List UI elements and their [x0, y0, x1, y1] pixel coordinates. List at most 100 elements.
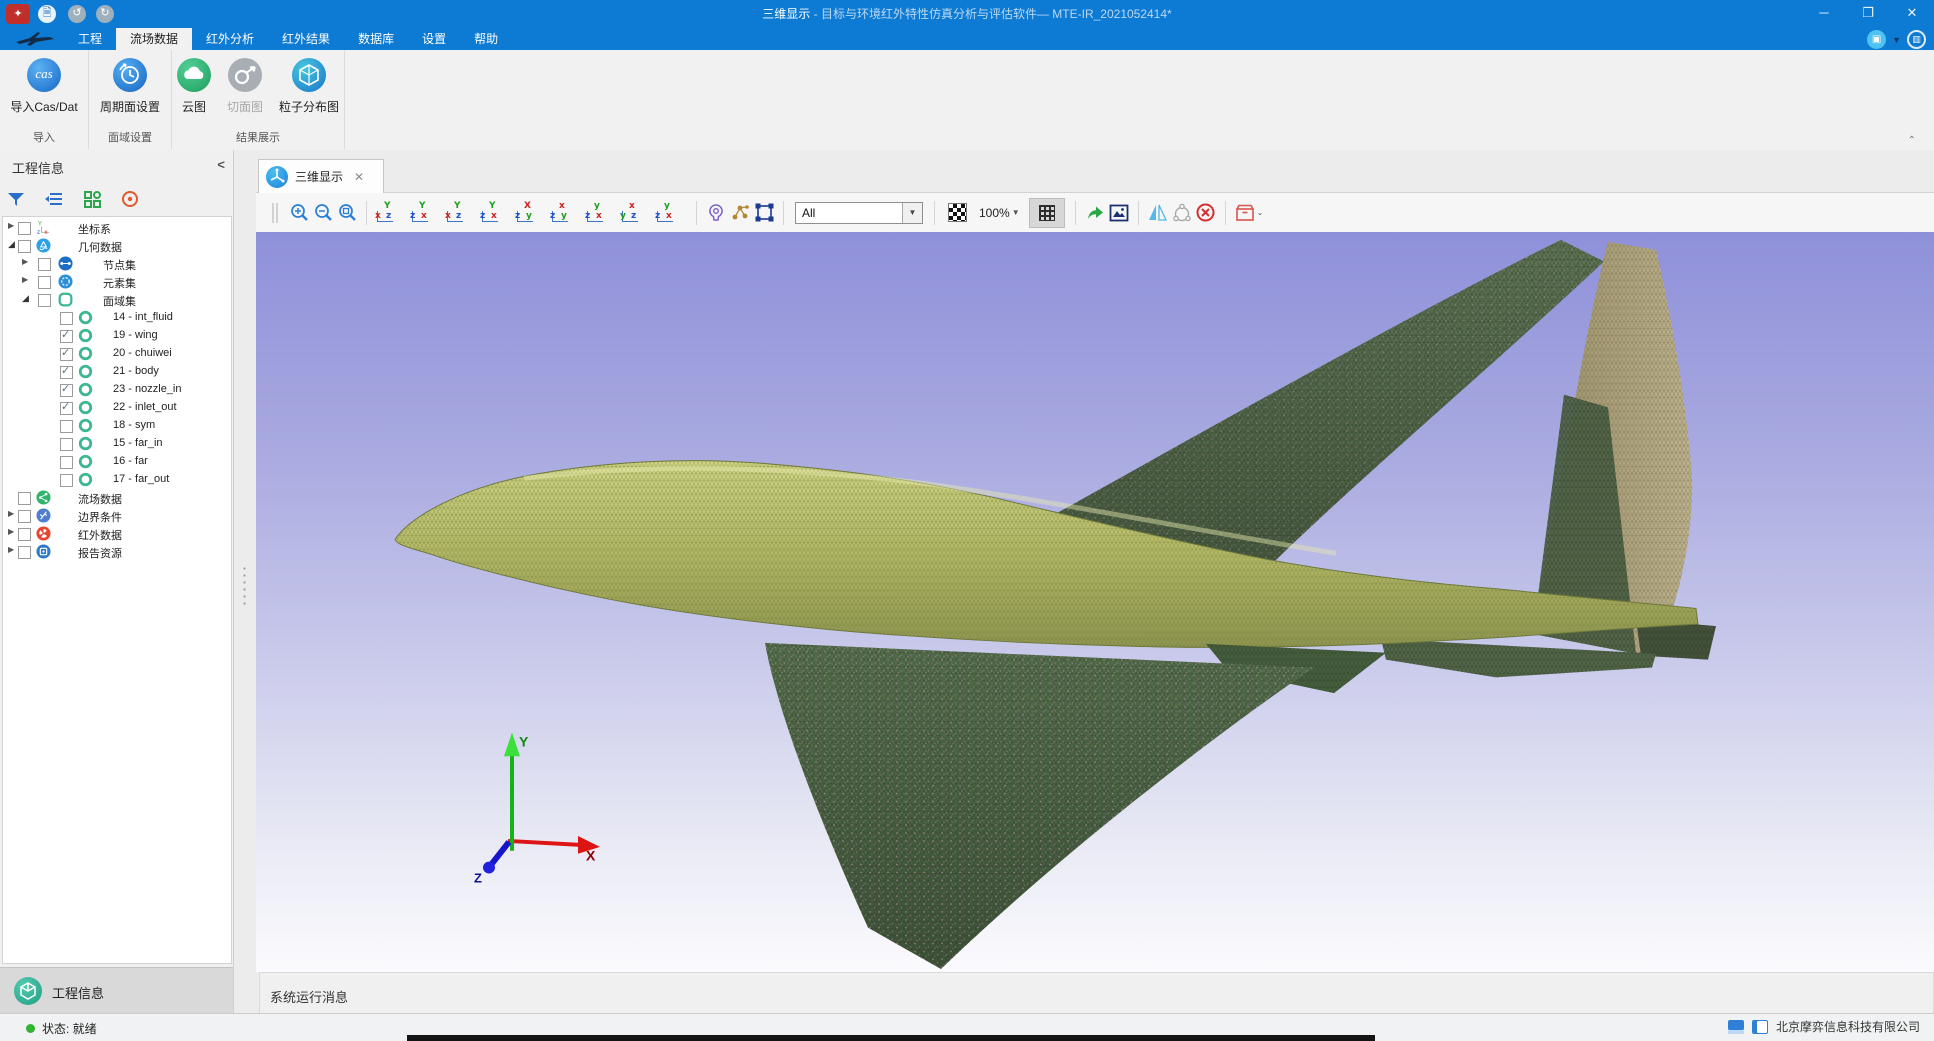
- ribbon-collapse-icon[interactable]: ⌃: [1908, 135, 1916, 146]
- tree-item[interactable]: ▶ 报告资源: [3, 543, 231, 561]
- viewport-3d[interactable]: Y X Z: [256, 232, 1934, 972]
- window-layout-icon[interactable]: ▥: [1907, 30, 1926, 49]
- collapse-list-icon[interactable]: [42, 187, 66, 211]
- tree-checkbox[interactable]: [18, 240, 31, 253]
- tree-expand-icon[interactable]: ◢: [22, 293, 34, 304]
- tree-item[interactable]: 18 - sym: [3, 417, 231, 435]
- tree-checkbox[interactable]: [38, 258, 51, 271]
- minimize-button[interactable]: ─: [1802, 0, 1846, 28]
- tree-item[interactable]: 22 - inlet_out: [3, 399, 231, 417]
- tree-checkbox[interactable]: [60, 438, 73, 451]
- tree-item[interactable]: 16 - far: [3, 453, 231, 471]
- archive-box-icon[interactable]: [1233, 201, 1257, 225]
- tree-checkbox[interactable]: [60, 348, 73, 361]
- menu-tab-settings[interactable]: 设置: [408, 28, 460, 50]
- locate-target-icon[interactable]: [118, 187, 142, 211]
- console-panel-icon[interactable]: [1728, 1020, 1744, 1034]
- zoom-level-value[interactable]: 100%: [979, 206, 1010, 220]
- sidebar-panel-icon[interactable]: [1752, 1020, 1768, 1034]
- tree-item[interactable]: 21 - body: [3, 363, 231, 381]
- menu-tab-engineering[interactable]: 工程: [64, 28, 116, 50]
- zoom-level-dropdown-icon[interactable]: ▼: [1012, 208, 1020, 217]
- tree-checkbox[interactable]: [38, 276, 51, 289]
- restore-button[interactable]: ❐: [1846, 0, 1890, 28]
- view-iso-1-icon[interactable]: yzx: [584, 202, 606, 224]
- tree-checkbox[interactable]: [60, 312, 73, 325]
- tree-checkbox[interactable]: [18, 546, 31, 559]
- tree-item[interactable]: 14 - int_fluid: [3, 309, 231, 327]
- tree-checkbox[interactable]: [18, 492, 31, 505]
- theme-dropdown-icon[interactable]: ▼: [1892, 35, 1901, 45]
- contour-plot-button[interactable]: 云图: [171, 54, 217, 115]
- tree-checkbox[interactable]: [18, 222, 31, 235]
- tree-checkbox[interactable]: [60, 420, 73, 433]
- panel-splitter[interactable]: [234, 150, 256, 1014]
- show-grid-button-active[interactable]: [1029, 198, 1065, 228]
- tree-expand-icon[interactable]: ▶: [22, 275, 34, 284]
- zoom-in-icon[interactable]: [287, 201, 311, 225]
- view-iso-2-icon[interactable]: xyz: [619, 202, 641, 224]
- tree-checkbox[interactable]: [38, 294, 51, 307]
- tree-item[interactable]: ▶ 边界条件: [3, 507, 231, 525]
- tree-item[interactable]: ▶ 节点集: [3, 255, 231, 273]
- cancel-icon[interactable]: [1194, 201, 1218, 225]
- view-iso-3-icon[interactable]: yzx: [654, 202, 676, 224]
- tree-checkbox[interactable]: [60, 366, 73, 379]
- background-pattern-icon[interactable]: [948, 203, 967, 222]
- node-graph-icon[interactable]: [728, 201, 752, 225]
- view-front-icon[interactable]: Yxz: [374, 202, 396, 224]
- display-filter-select[interactable]: All ▼: [795, 202, 923, 224]
- tree-item[interactable]: 19 - wing: [3, 327, 231, 345]
- tab-3d-display[interactable]: 三维显示 ✕: [258, 159, 384, 193]
- view-back-icon[interactable]: Yzx: [409, 202, 431, 224]
- tree-checkbox[interactable]: [60, 402, 73, 415]
- menu-tab-help[interactable]: 帮助: [460, 28, 512, 50]
- combo-dropdown-icon[interactable]: ▼: [902, 203, 922, 223]
- view-top-icon[interactable]: Xzy: [514, 202, 536, 224]
- tree-checkbox[interactable]: [60, 384, 73, 397]
- tree-item[interactable]: 23 - nozzle_in: [3, 381, 231, 399]
- tree-item[interactable]: 17 - far_out: [3, 471, 231, 489]
- tree-item[interactable]: ▶ 红外数据: [3, 525, 231, 543]
- tree-item[interactable]: 20 - chuiwei: [3, 345, 231, 363]
- close-button[interactable]: ✕: [1890, 0, 1934, 28]
- tree-item[interactable]: ◢ 几何数据: [3, 237, 231, 255]
- tree-item[interactable]: 15 - far_in: [3, 435, 231, 453]
- mirror-symmetry-icon[interactable]: [1146, 201, 1170, 225]
- export-share-icon[interactable]: [1083, 201, 1107, 225]
- select-region-icon[interactable]: [752, 201, 776, 225]
- view-bottom-icon[interactable]: xzy: [549, 202, 571, 224]
- menu-tab-database[interactable]: 数据库: [344, 28, 408, 50]
- archive-dropdown-icon[interactable]: ⌄: [1257, 208, 1264, 217]
- tree-checkbox[interactable]: [60, 474, 73, 487]
- toolbar-drag-handle[interactable]: [263, 201, 287, 225]
- grid-view-icon[interactable]: [80, 187, 104, 211]
- zoom-out-icon[interactable]: [311, 201, 335, 225]
- menu-tab-infrared-analysis[interactable]: 红外分析: [192, 28, 268, 50]
- tree-item[interactable]: ◢ 面域集: [3, 291, 231, 309]
- periodic-surface-settings-button[interactable]: 周期面设置: [94, 54, 166, 115]
- tree-checkbox[interactable]: [18, 510, 31, 523]
- panel-collapse-icon[interactable]: <: [217, 157, 225, 172]
- tree-item[interactable]: ▶ Yzx 坐标系: [3, 219, 231, 237]
- view-right-icon[interactable]: Yzx: [479, 202, 501, 224]
- theme-style-icon[interactable]: ▣: [1867, 30, 1886, 49]
- tree-item[interactable]: 流场数据: [3, 489, 231, 507]
- menu-tab-infrared-results[interactable]: 红外结果: [268, 28, 344, 50]
- zoom-fit-icon[interactable]: [335, 201, 359, 225]
- splitter-handle[interactable]: [243, 565, 246, 607]
- tree-checkbox[interactable]: [60, 456, 73, 469]
- tree-expand-icon[interactable]: ▶: [22, 257, 34, 266]
- snapshot-image-icon[interactable]: [1107, 201, 1131, 225]
- tab-close-icon[interactable]: ✕: [354, 170, 364, 184]
- filter-icon[interactable]: [4, 187, 28, 211]
- tree-checkbox[interactable]: [60, 330, 73, 343]
- view-left-icon[interactable]: Yxz: [444, 202, 466, 224]
- menu-tab-flowfield-data[interactable]: 流场数据: [116, 28, 192, 50]
- probe-locate-icon[interactable]: [704, 201, 728, 225]
- tree-checkbox[interactable]: [18, 528, 31, 541]
- import-casdat-button[interactable]: cas 导入Cas/Dat: [4, 54, 83, 115]
- tree-item[interactable]: ▶ 元素集: [3, 273, 231, 291]
- particle-distribution-button[interactable]: 粒子分布图: [273, 54, 345, 115]
- circle-nodes-icon[interactable]: [1170, 201, 1194, 225]
